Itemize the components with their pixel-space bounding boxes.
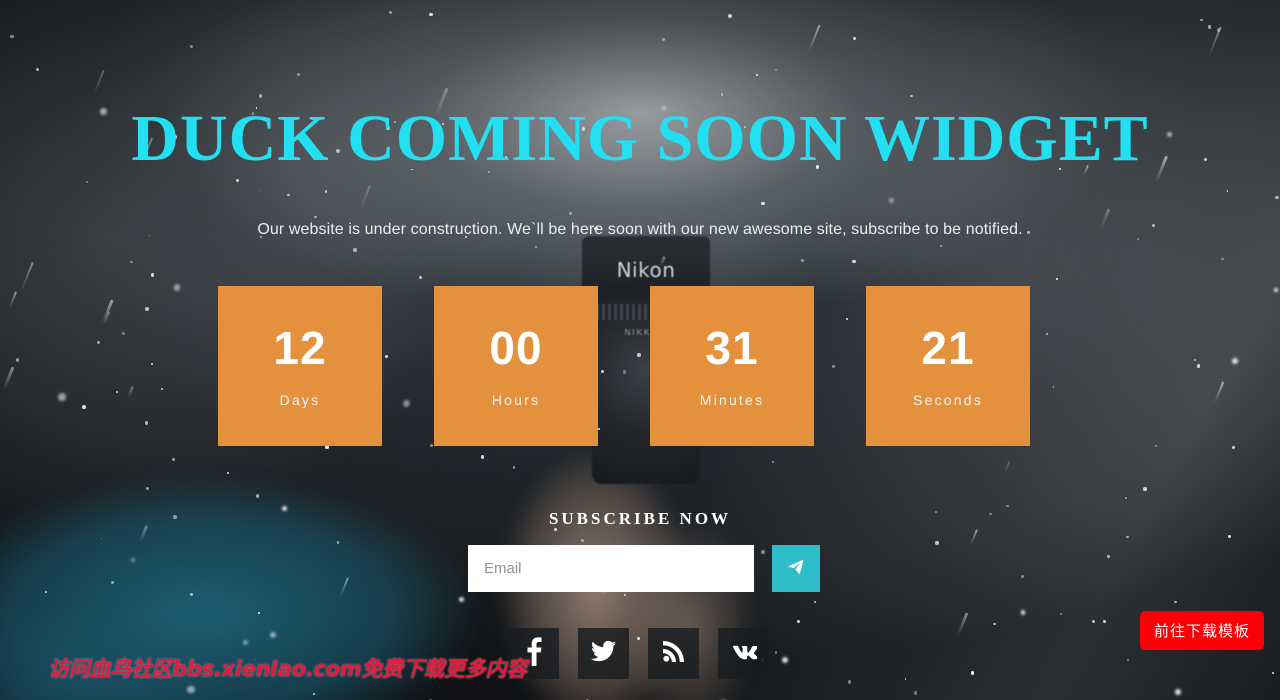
email-input[interactable]: [468, 545, 754, 592]
subscribe-send-button[interactable]: [772, 545, 820, 592]
social-link-vk[interactable]: [718, 628, 769, 679]
social-link-twitter[interactable]: [578, 628, 629, 679]
twitter-icon: [591, 640, 616, 667]
countdown-value-days: 12: [273, 322, 327, 374]
vk-icon: [730, 642, 758, 665]
countdown-label-minutes: Minutes: [699, 392, 765, 408]
countdown-value-hours: 00: [489, 322, 543, 374]
social-link-rss[interactable]: [648, 628, 699, 679]
page-content: DUCK COMING SOON WIDGET Our website is u…: [0, 0, 1280, 700]
countdown-value-seconds: 21: [921, 322, 975, 374]
countdown-unit-days: 12 Days: [218, 286, 382, 446]
coming-soon-page: Nikon NIKKOR DUCK COMING SOON WIDGET Our…: [0, 0, 1280, 700]
rss-icon: [663, 640, 684, 667]
countdown-label-seconds: Seconds: [913, 392, 983, 408]
subscribe-heading: SUBSCRIBE NOW: [548, 509, 732, 528]
countdown-label-hours: Hours: [491, 392, 541, 408]
page-subtitle: Our website is under construction. We`ll…: [257, 221, 1023, 238]
countdown-unit-minutes: 31 Minutes: [650, 286, 814, 446]
countdown-timer: 12 Days 00 Hours 31 Minutes 21 Seconds: [218, 286, 1030, 446]
countdown-label-days: Days: [279, 392, 321, 408]
countdown-value-minutes: 31: [705, 322, 759, 374]
paper-plane-icon: [786, 557, 806, 580]
facebook-icon: [525, 636, 542, 671]
countdown-unit-hours: 00 Hours: [434, 286, 598, 446]
subscribe-form: [468, 545, 820, 592]
page-title: DUCK COMING SOON WIDGET: [131, 102, 1149, 175]
download-template-button[interactable]: 前往下载模板: [1139, 611, 1264, 650]
site-watermark: 访问血鸟社区bbs.xienIao.com免费下载更多内容: [48, 657, 527, 681]
social-links: [508, 628, 769, 679]
countdown-unit-seconds: 21 Seconds: [866, 286, 1030, 446]
